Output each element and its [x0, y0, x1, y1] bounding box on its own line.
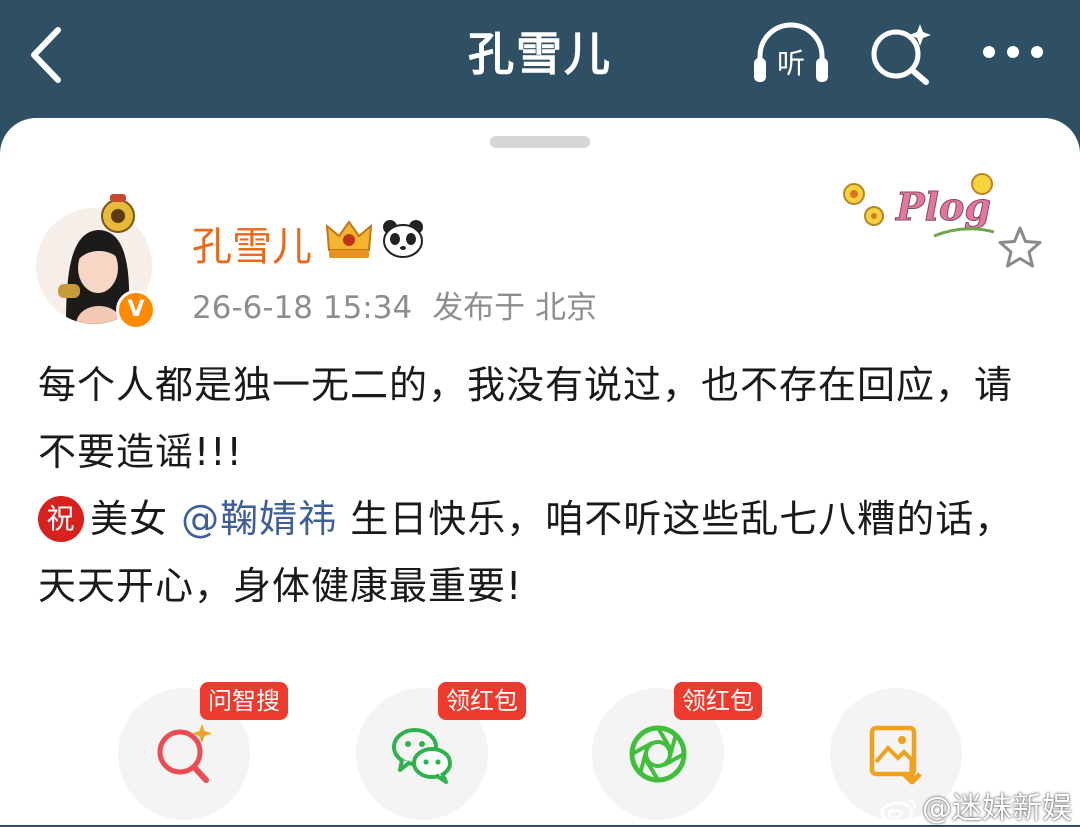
more-button[interactable] [975, 22, 1051, 82]
weibo-logo-icon [880, 798, 917, 824]
mention-link[interactable]: @鞠婧祎 [181, 497, 337, 541]
post-time: 26-6-18 15:34 [192, 290, 413, 326]
favorite-button[interactable] [996, 224, 1044, 272]
share-wechat-badge: 领红包 [438, 682, 526, 720]
ask-search-icon [157, 724, 212, 783]
crown-icon[interactable] [323, 216, 375, 262]
post-meta: 26-6-18 15:34 发布于 北京 [192, 282, 617, 327]
save-image-icon [869, 725, 922, 785]
search-button[interactable] [864, 18, 940, 88]
avatar-pendant-icon [101, 194, 135, 233]
more-dots-icon [983, 46, 1043, 58]
post-text: 每个人都是独一无二的，我没有说过，也不存在回应，请不要造谣!!! 祝美女 @鞠婧… [38, 352, 1048, 620]
ask-search-badge: 问智搜 [200, 682, 288, 720]
listen-headphones-icon: 听 [754, 22, 828, 82]
share-moments-badge: 领红包 [674, 682, 762, 720]
moments-icon [629, 725, 687, 783]
listen-label: 听 [777, 47, 805, 80]
post-text-before-mention: 美女 [90, 497, 182, 541]
panda-icon[interactable] [380, 218, 426, 258]
watermark-text: @迷妹新娱 [922, 791, 1072, 826]
search-sparkle-icon [871, 24, 931, 85]
wechat-icon [392, 728, 452, 784]
author-name[interactable]: 孔雪儿 [192, 214, 312, 272]
plog-sticker[interactable]: Plog [834, 170, 1006, 248]
star-icon [998, 226, 1042, 268]
post-text-line: 每个人都是独一无二的，我没有说过，也不存在回应，请不要造谣!!! [38, 363, 1014, 474]
post-location: 发布于 北京 [432, 290, 598, 326]
congrats-icon: 祝 [38, 495, 84, 542]
listen-button[interactable]: 听 [750, 18, 832, 88]
watermark: @迷妹新娱 [880, 783, 1072, 827]
top-navigation-bar: 孔雪儿 听 [0, 0, 1080, 120]
verified-badge: V [116, 290, 156, 330]
post-detail-sheet: V 孔雪儿 26-6-18 15:34 发布于 北京 Plog 每个人都是独一无二… [0, 118, 1080, 825]
sheet-drag-handle[interactable] [490, 136, 590, 148]
